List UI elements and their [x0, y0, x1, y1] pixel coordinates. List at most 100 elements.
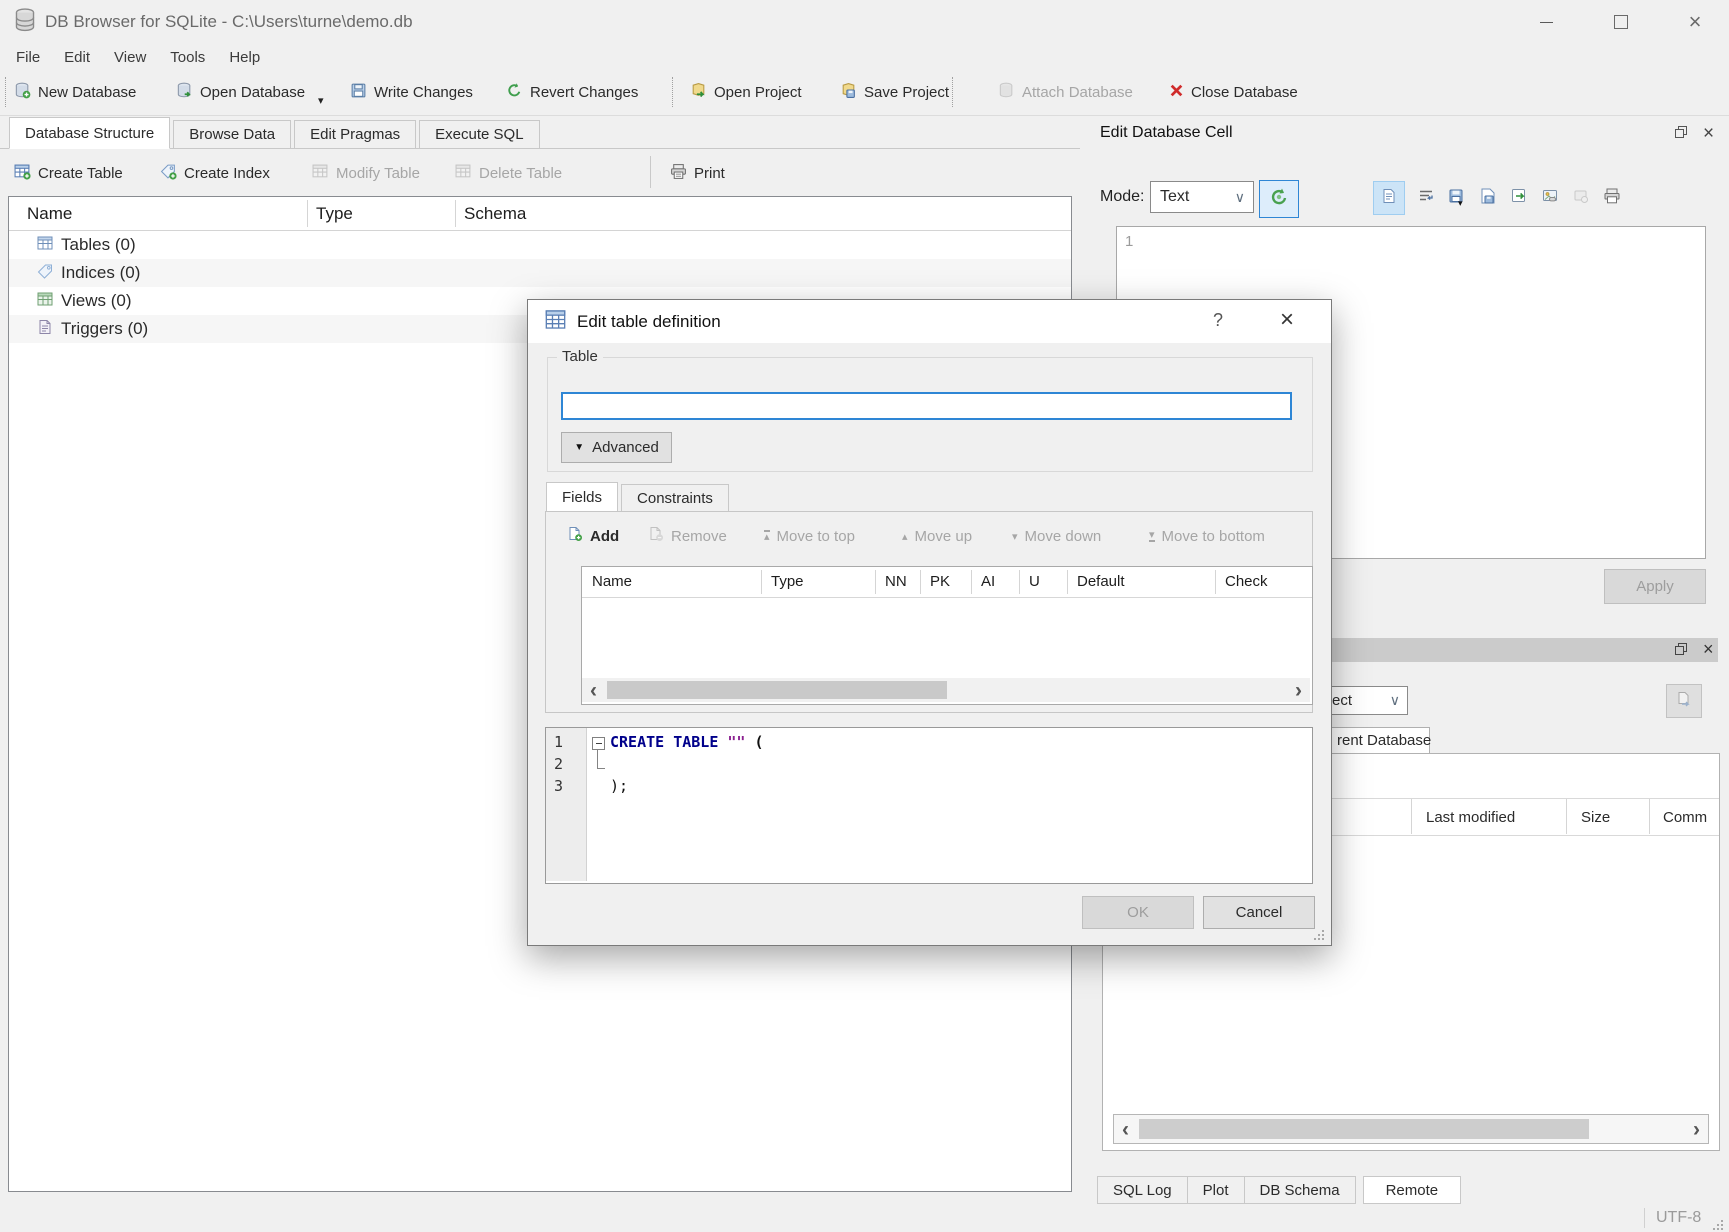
create-index-button[interactable]: Create Index: [160, 158, 270, 188]
edit-cell-close-icon[interactable]: ×: [1703, 124, 1714, 143]
remote-hscrollbar[interactable]: ‹ ›: [1113, 1114, 1709, 1144]
fields-col-default[interactable]: Default: [1077, 573, 1125, 590]
close-database-icon: [1169, 83, 1184, 102]
fields-col-name[interactable]: Name: [592, 573, 632, 590]
statusbar-grip-dots: [1712, 1218, 1724, 1232]
bottom-tab-remote[interactable]: Remote: [1363, 1176, 1462, 1204]
move-to-top-button: ▴ Move to top: [764, 523, 855, 549]
bottom-tab-db-schema[interactable]: DB Schema: [1244, 1176, 1356, 1204]
remote-col-size[interactable]: Size: [1581, 809, 1610, 826]
dialog-tab-constraints[interactable]: Constraints: [621, 484, 729, 512]
close-database-button[interactable]: Close Database: [1169, 77, 1298, 107]
fold-marker-icon[interactable]: [592, 737, 605, 750]
word-wrap-icon[interactable]: [1418, 188, 1435, 208]
dialog-help-button[interactable]: ?: [1213, 310, 1223, 331]
save-project-button[interactable]: Save Project: [840, 77, 949, 107]
mode-select[interactable]: Text ∨: [1150, 181, 1254, 213]
fields-scroll-thumb[interactable]: [607, 681, 947, 699]
open-database-dropdown[interactable]: ▾: [318, 94, 324, 107]
write-changes-button[interactable]: Write Changes: [350, 77, 473, 107]
tree-col-schema[interactable]: Schema: [464, 204, 526, 224]
statusbar-encoding[interactable]: UTF-8: [1656, 1209, 1701, 1227]
app-window: DB Browser for SQLite - C:\Users\turne\d…: [0, 0, 1729, 1232]
modify-table-label: Modify Table: [336, 165, 420, 182]
remote-scroll-thumb[interactable]: [1139, 1119, 1589, 1139]
close-database-label: Close Database: [1191, 84, 1298, 101]
text-view-icon: [1381, 188, 1397, 208]
open-database-button[interactable]: Open Database: [176, 77, 305, 107]
tree-col-name[interactable]: Name: [27, 204, 72, 224]
toolbar-separator-2: [952, 77, 953, 107]
fields-hscrollbar[interactable]: ‹ ›: [582, 678, 1310, 702]
fields-col-ai[interactable]: AI: [981, 573, 995, 590]
maximize-icon: [1614, 15, 1628, 29]
indices-icon: [37, 263, 53, 283]
dialog-close-button[interactable]: ×: [1280, 308, 1294, 332]
remote-scroll-left-icon[interactable]: ‹: [1122, 1119, 1129, 1140]
tree-col-type[interactable]: Type: [316, 204, 353, 224]
revert-changes-button[interactable]: Revert Changes: [506, 77, 638, 107]
fields-col-u[interactable]: U: [1029, 573, 1040, 590]
dialog-titlebar[interactable]: Edit table definition: [528, 300, 1331, 343]
menu-view[interactable]: View: [102, 49, 158, 66]
minimize-button[interactable]: [1523, 0, 1569, 44]
menu-edit[interactable]: Edit: [52, 49, 102, 66]
fields-col-check[interactable]: Check: [1225, 573, 1268, 590]
menu-help[interactable]: Help: [217, 49, 272, 66]
bottom-dock-tabbar: SQL Log Plot DB Schema Remote: [1097, 1176, 1461, 1204]
tab-browse-data[interactable]: Browse Data: [173, 120, 291, 149]
add-field-button[interactable]: Add: [567, 523, 619, 549]
import-data-icon[interactable]: [1510, 187, 1528, 209]
apply-cell-icon: [1269, 187, 1289, 211]
fields-table[interactable]: Name Type NN PK AI U Default Check: [581, 566, 1313, 705]
print-cell-icon[interactable]: [1603, 187, 1621, 209]
tab-edit-pragmas[interactable]: Edit Pragmas: [294, 120, 416, 149]
bottom-tab-db-schema-label: DB Schema: [1260, 1182, 1340, 1199]
tree-row-tables[interactable]: Tables (0): [9, 231, 1071, 259]
remote-close-icon[interactable]: ×: [1703, 640, 1714, 658]
bottom-tab-plot[interactable]: Plot: [1187, 1176, 1245, 1204]
open-in-editor-icon[interactable]: ▾: [1448, 187, 1466, 209]
cancel-button[interactable]: Cancel: [1203, 896, 1315, 929]
dialog-title: Edit table definition: [577, 312, 721, 332]
remote-col-last-modified[interactable]: Last modified: [1426, 809, 1515, 826]
menu-tools[interactable]: Tools: [158, 49, 217, 66]
fields-col-pk[interactable]: PK: [930, 573, 950, 590]
move-down-icon: ▾: [1012, 530, 1018, 543]
close-window-button[interactable]: ×: [1672, 0, 1718, 44]
bottom-tab-sql-log[interactable]: SQL Log: [1097, 1176, 1188, 1204]
move-to-top-label: Move to top: [777, 528, 855, 545]
remote-scroll-right-icon[interactable]: ›: [1693, 1119, 1700, 1140]
create-table-button[interactable]: Create Table: [14, 158, 123, 188]
text-view-button[interactable]: [1373, 181, 1405, 215]
fields-col-nn[interactable]: NN: [885, 573, 907, 590]
print-button[interactable]: Print: [670, 158, 725, 188]
remote-float-icon[interactable]: [1674, 642, 1689, 660]
maximize-button[interactable]: [1598, 0, 1644, 44]
fields-scroll-right-icon[interactable]: ›: [1295, 680, 1302, 701]
fields-col-type[interactable]: Type: [771, 573, 804, 590]
open-project-button[interactable]: Open Project: [690, 77, 802, 107]
advanced-button[interactable]: ▼ Advanced: [561, 432, 672, 463]
save-cell-icon[interactable]: [1479, 187, 1497, 209]
table-name-input[interactable]: [561, 392, 1292, 420]
remote-col-commit[interactable]: Comm: [1663, 809, 1707, 826]
tree-row-indices[interactable]: Indices (0): [9, 259, 1071, 287]
tab-execute-sql[interactable]: Execute SQL: [419, 120, 539, 149]
delete-table-icon: [455, 163, 472, 184]
edit-cell-float-icon[interactable]: [1674, 125, 1689, 143]
add-field-label: Add: [590, 528, 619, 545]
sql-preview[interactable]: 1 2 3 CREATE TABLE "" ( );: [545, 727, 1313, 884]
tab-database-structure[interactable]: Database Structure: [9, 117, 170, 149]
remote-push-icon: [1676, 691, 1692, 711]
new-database-icon: [14, 82, 31, 103]
link-data-icon[interactable]: [1541, 187, 1559, 209]
apply-cell-button[interactable]: [1259, 180, 1299, 218]
fields-scroll-left-icon[interactable]: ‹: [590, 680, 597, 701]
new-database-button[interactable]: New Database: [14, 77, 136, 107]
menu-file[interactable]: File: [4, 49, 52, 66]
dialog-tab-fields[interactable]: Fields: [546, 482, 618, 512]
dialog-resize-grip[interactable]: [1313, 928, 1325, 945]
advanced-caret-icon: ▼: [574, 442, 584, 453]
edit-cell-float-button[interactable]: [1574, 123, 1594, 143]
